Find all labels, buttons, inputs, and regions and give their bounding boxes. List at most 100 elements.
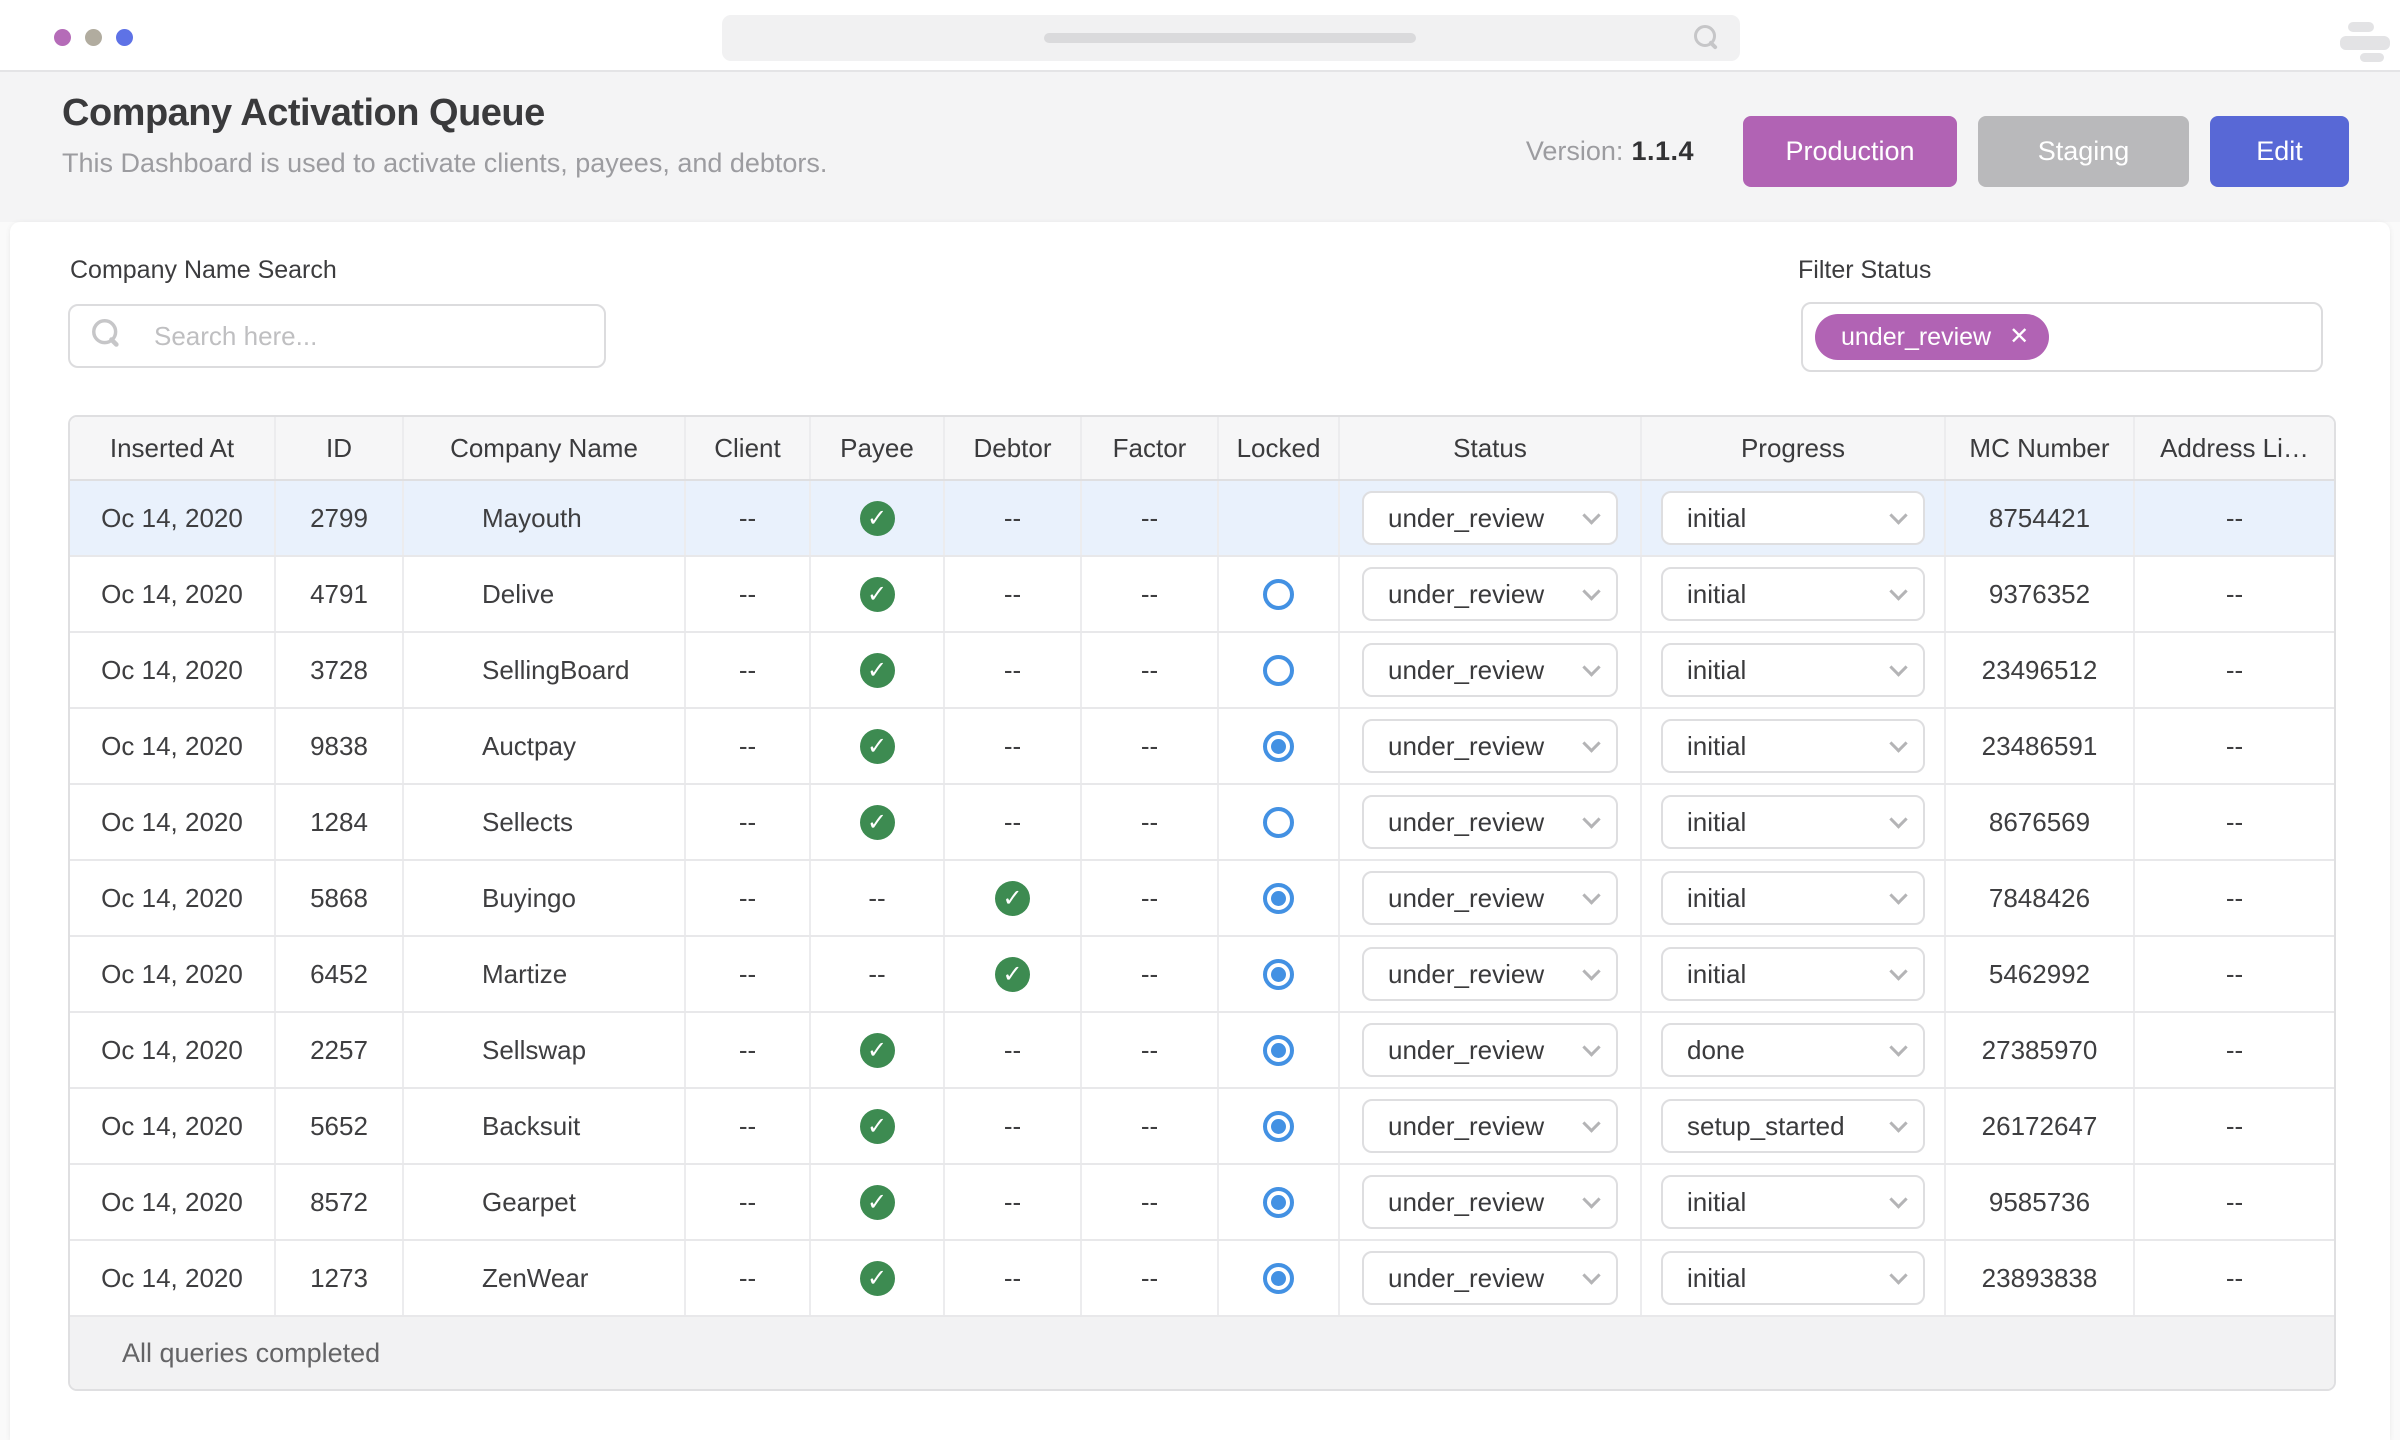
id-cell: 5652 — [276, 1089, 404, 1163]
company-name-cell: Backsuit — [404, 1089, 686, 1163]
address-cell: -- — [2225, 502, 2244, 533]
status-select[interactable]: under_review — [1362, 871, 1618, 925]
progress-select[interactable]: initial — [1661, 491, 1925, 545]
status-select[interactable]: under_review — [1362, 1099, 1618, 1153]
progress-select[interactable]: initial — [1661, 795, 1925, 849]
check-icon — [859, 1184, 895, 1220]
debtor-cell: -- — [945, 709, 1082, 783]
progress-select[interactable]: initial — [1661, 947, 1925, 1001]
company-name-cell: SellingBoard — [404, 633, 686, 707]
app-window: Company Activation Queue This Dashboard … — [0, 0, 2400, 1440]
staging-button[interactable]: Staging — [1978, 116, 2189, 187]
payee-cell — [811, 1089, 945, 1163]
progress-select[interactable]: initial — [1661, 643, 1925, 697]
filter-status-input[interactable]: under_review ✕ — [1801, 302, 2323, 372]
status-select[interactable]: under_review — [1362, 1175, 1618, 1229]
locked-radio[interactable] — [1263, 1110, 1294, 1142]
locked-cell — [1219, 709, 1340, 783]
mc-number-cell: 8676569 — [1946, 785, 2135, 859]
chevron-down-icon — [1889, 809, 1908, 829]
locked-radio[interactable] — [1263, 1186, 1294, 1218]
progress-select[interactable]: initial — [1661, 871, 1925, 925]
address-cell: -- — [2225, 1186, 2244, 1217]
factor-cell: -- — [1082, 1089, 1219, 1163]
chevron-down-icon — [1582, 1037, 1601, 1057]
status-select-value: under_review — [1388, 654, 1545, 685]
mc-number-cell: 23893838 — [1946, 1241, 2135, 1315]
page-title: Company Activation Queue — [62, 92, 545, 134]
client-cell: -- — [686, 1165, 811, 1239]
chevron-down-icon — [1889, 1189, 1908, 1209]
check-icon — [859, 804, 895, 840]
locked-radio[interactable] — [1263, 1034, 1294, 1066]
locked-radio[interactable] — [1263, 654, 1294, 686]
locked-radio[interactable] — [1263, 806, 1294, 838]
status-select[interactable]: under_review — [1362, 567, 1618, 621]
mc-number-cell: 9585736 — [1946, 1165, 2135, 1239]
version-label: Version: — [1525, 136, 1624, 166]
chevron-down-icon — [1889, 961, 1908, 981]
status-cell: under_review — [1340, 861, 1642, 935]
factor-cell: -- — [1082, 1013, 1219, 1087]
progress-select-value: initial — [1687, 806, 1747, 837]
locked-radio[interactable] — [1263, 1262, 1294, 1294]
progress-select[interactable]: setup_started — [1661, 1099, 1925, 1153]
chevron-down-icon — [1582, 581, 1601, 601]
window-control-dot-2[interactable] — [85, 29, 102, 46]
column-header: Factor — [1082, 417, 1219, 479]
browser-menu-icon[interactable] — [2336, 20, 2392, 62]
chevron-down-icon — [1582, 505, 1601, 525]
client-cell: -- — [686, 709, 811, 783]
status-select[interactable]: under_review — [1362, 491, 1618, 545]
status-select[interactable]: under_review — [1362, 643, 1618, 697]
status-select[interactable]: under_review — [1362, 1023, 1618, 1077]
progress-select[interactable]: initial — [1661, 719, 1925, 773]
locked-radio[interactable] — [1263, 958, 1294, 990]
address-cell: -- — [2225, 882, 2244, 913]
column-header: Address Li… — [2160, 432, 2309, 463]
id-cell: 5868 — [276, 861, 404, 935]
table-row: Oc 14, 2020 9838 Auctpay -- -- -- under_… — [70, 709, 2334, 785]
progress-select[interactable]: initial — [1661, 1251, 1925, 1305]
browser-address-bar[interactable] — [722, 15, 1740, 61]
inserted-at-cell: Oc 14, 2020 — [70, 1013, 276, 1087]
client-cell: -- — [686, 557, 811, 631]
company-search-input[interactable] — [68, 304, 606, 368]
payee-cell — [811, 1241, 945, 1315]
edit-button[interactable]: Edit — [2210, 116, 2349, 187]
payee-cell — [811, 481, 945, 555]
production-button[interactable]: Production — [1743, 116, 1957, 187]
progress-select[interactable]: initial — [1661, 1175, 1925, 1229]
inserted-at-cell: Oc 14, 2020 — [70, 481, 276, 555]
progress-select[interactable]: initial — [1661, 567, 1925, 621]
window-control-dot-3[interactable] — [116, 29, 133, 46]
locked-radio[interactable] — [1263, 578, 1294, 610]
inserted-at-cell: Oc 14, 2020 — [70, 709, 276, 783]
check-icon — [859, 500, 895, 536]
check-icon — [859, 652, 895, 688]
window-control-dot-1[interactable] — [54, 29, 71, 46]
status-select[interactable]: under_review — [1362, 1251, 1618, 1305]
status-select-value: under_review — [1388, 882, 1545, 913]
company-name-cell: Buyingo — [404, 861, 686, 935]
check-icon — [995, 880, 1030, 916]
locked-cell — [1219, 1241, 1340, 1315]
status-cell: under_review — [1340, 633, 1642, 707]
progress-cell: initial — [1642, 937, 1946, 1011]
status-select[interactable]: under_review — [1362, 719, 1618, 773]
status-cell: under_review — [1340, 1165, 1642, 1239]
locked-radio[interactable] — [1263, 882, 1294, 914]
mc-number-cell: 23496512 — [1946, 633, 2135, 707]
locked-cell — [1219, 1089, 1340, 1163]
chip-close-icon[interactable]: ✕ — [2009, 325, 2029, 349]
payee-cell — [811, 785, 945, 859]
factor-cell: -- — [1082, 785, 1219, 859]
table-row: Oc 14, 2020 1273 ZenWear -- -- -- under_… — [70, 1241, 2334, 1317]
chevron-down-icon — [1889, 505, 1908, 525]
progress-select[interactable]: done — [1661, 1023, 1925, 1077]
status-select[interactable]: under_review — [1362, 795, 1618, 849]
locked-radio[interactable] — [1263, 730, 1294, 762]
status-filter-chip[interactable]: under_review ✕ — [1815, 314, 2050, 360]
company-name-cell: Delive — [404, 557, 686, 631]
status-select[interactable]: under_review — [1362, 947, 1618, 1001]
